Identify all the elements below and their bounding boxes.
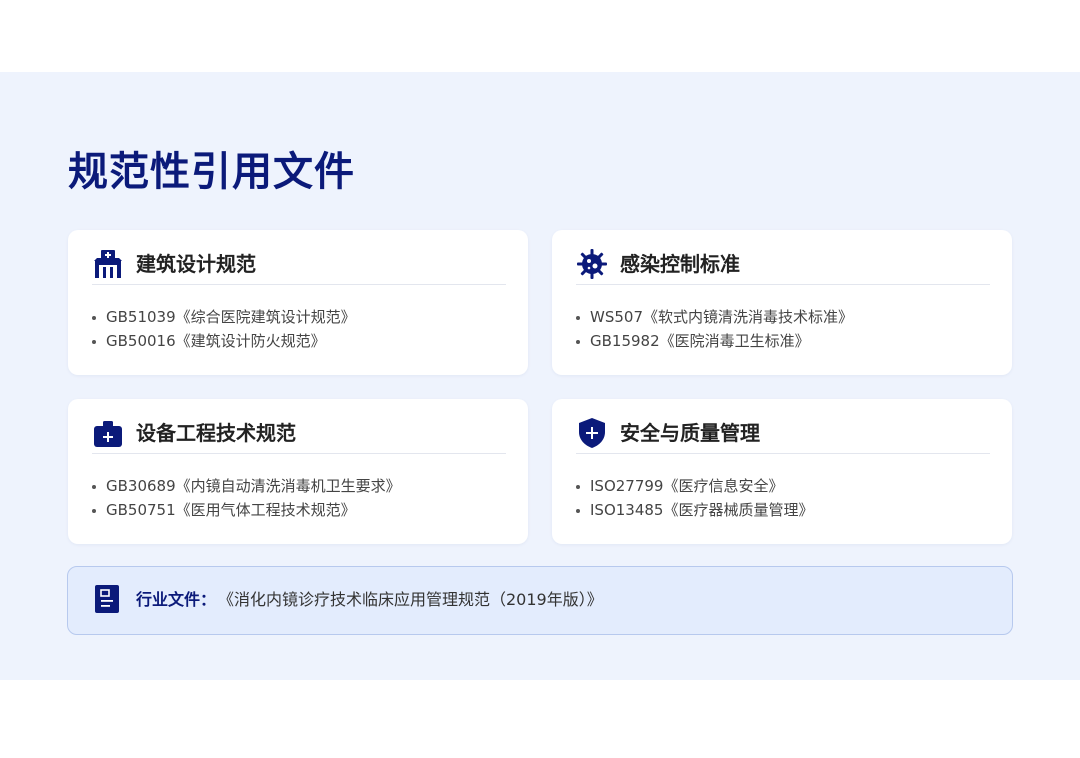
card-equipment-engineering: 设备工程技术规范 GB30689《内镜自动清洗消毒机卫生要求》 GB50751《… xyxy=(68,399,528,544)
list-item: WS507《软式内镜清洗消毒技术标准》 xyxy=(576,305,853,329)
list-item: ISO27799《医疗信息安全》 xyxy=(576,474,813,498)
page-title: 规范性引用文件 xyxy=(68,149,355,195)
list-item: GB30689《内镜自动清洗消毒机卫生要求》 xyxy=(92,474,401,498)
card-header: 安全与质量管理 xyxy=(576,415,990,454)
card-header: 设备工程技术规范 xyxy=(92,415,506,454)
list-item: ISO13485《医疗器械质量管理》 xyxy=(576,498,813,522)
medical-kit-icon xyxy=(94,421,122,447)
virus-icon xyxy=(577,249,607,279)
industry-document-banner: 行业文件： 《消化内镜诊疗技术临床应用管理规范（2019年版）》 xyxy=(67,566,1013,635)
standards-list: GB51039《综合医院建筑设计规范》 GB50016《建筑设计防火规范》 xyxy=(92,305,356,353)
list-item: GB51039《综合医院建筑设计规范》 xyxy=(92,305,356,329)
document-icon xyxy=(95,585,119,613)
footer-text: 《消化内镜诊疗技术临床应用管理规范（2019年版）》 xyxy=(218,590,603,609)
card-header: 感染控制标准 xyxy=(576,246,990,285)
list-item: GB50751《医用气体工程技术规范》 xyxy=(92,498,401,522)
shield-plus-icon xyxy=(579,418,605,448)
card-title: 建筑设计规范 xyxy=(136,252,256,276)
list-item: GB15982《医院消毒卫生标准》 xyxy=(576,329,853,353)
card-title: 设备工程技术规范 xyxy=(136,421,296,445)
card-title: 安全与质量管理 xyxy=(620,421,760,445)
standards-list: ISO27799《医疗信息安全》 ISO13485《医疗器械质量管理》 xyxy=(576,474,813,522)
card-header: 建筑设计规范 xyxy=(92,246,506,285)
list-item: GB50016《建筑设计防火规范》 xyxy=(92,329,356,353)
standards-list: WS507《软式内镜清洗消毒技术标准》 GB15982《医院消毒卫生标准》 xyxy=(576,305,853,353)
card-title: 感染控制标准 xyxy=(620,252,740,276)
card-infection-control: 感染控制标准 WS507《软式内镜清洗消毒技术标准》 GB15982《医院消毒卫… xyxy=(552,230,1012,375)
standards-list: GB30689《内镜自动清洗消毒机卫生要求》 GB50751《医用气体工程技术规… xyxy=(92,474,401,522)
footer-label: 行业文件： xyxy=(136,590,217,609)
card-safety-quality: 安全与质量管理 ISO27799《医疗信息安全》 ISO13485《医疗器械质量… xyxy=(552,399,1012,544)
card-building-design: 建筑设计规范 GB51039《综合医院建筑设计规范》 GB50016《建筑设计防… xyxy=(68,230,528,375)
slide: 规范性引用文件 建筑设计规范 GB51039《综合医院建筑设计规范》 GB500… xyxy=(0,72,1080,680)
hospital-icon xyxy=(94,250,122,278)
